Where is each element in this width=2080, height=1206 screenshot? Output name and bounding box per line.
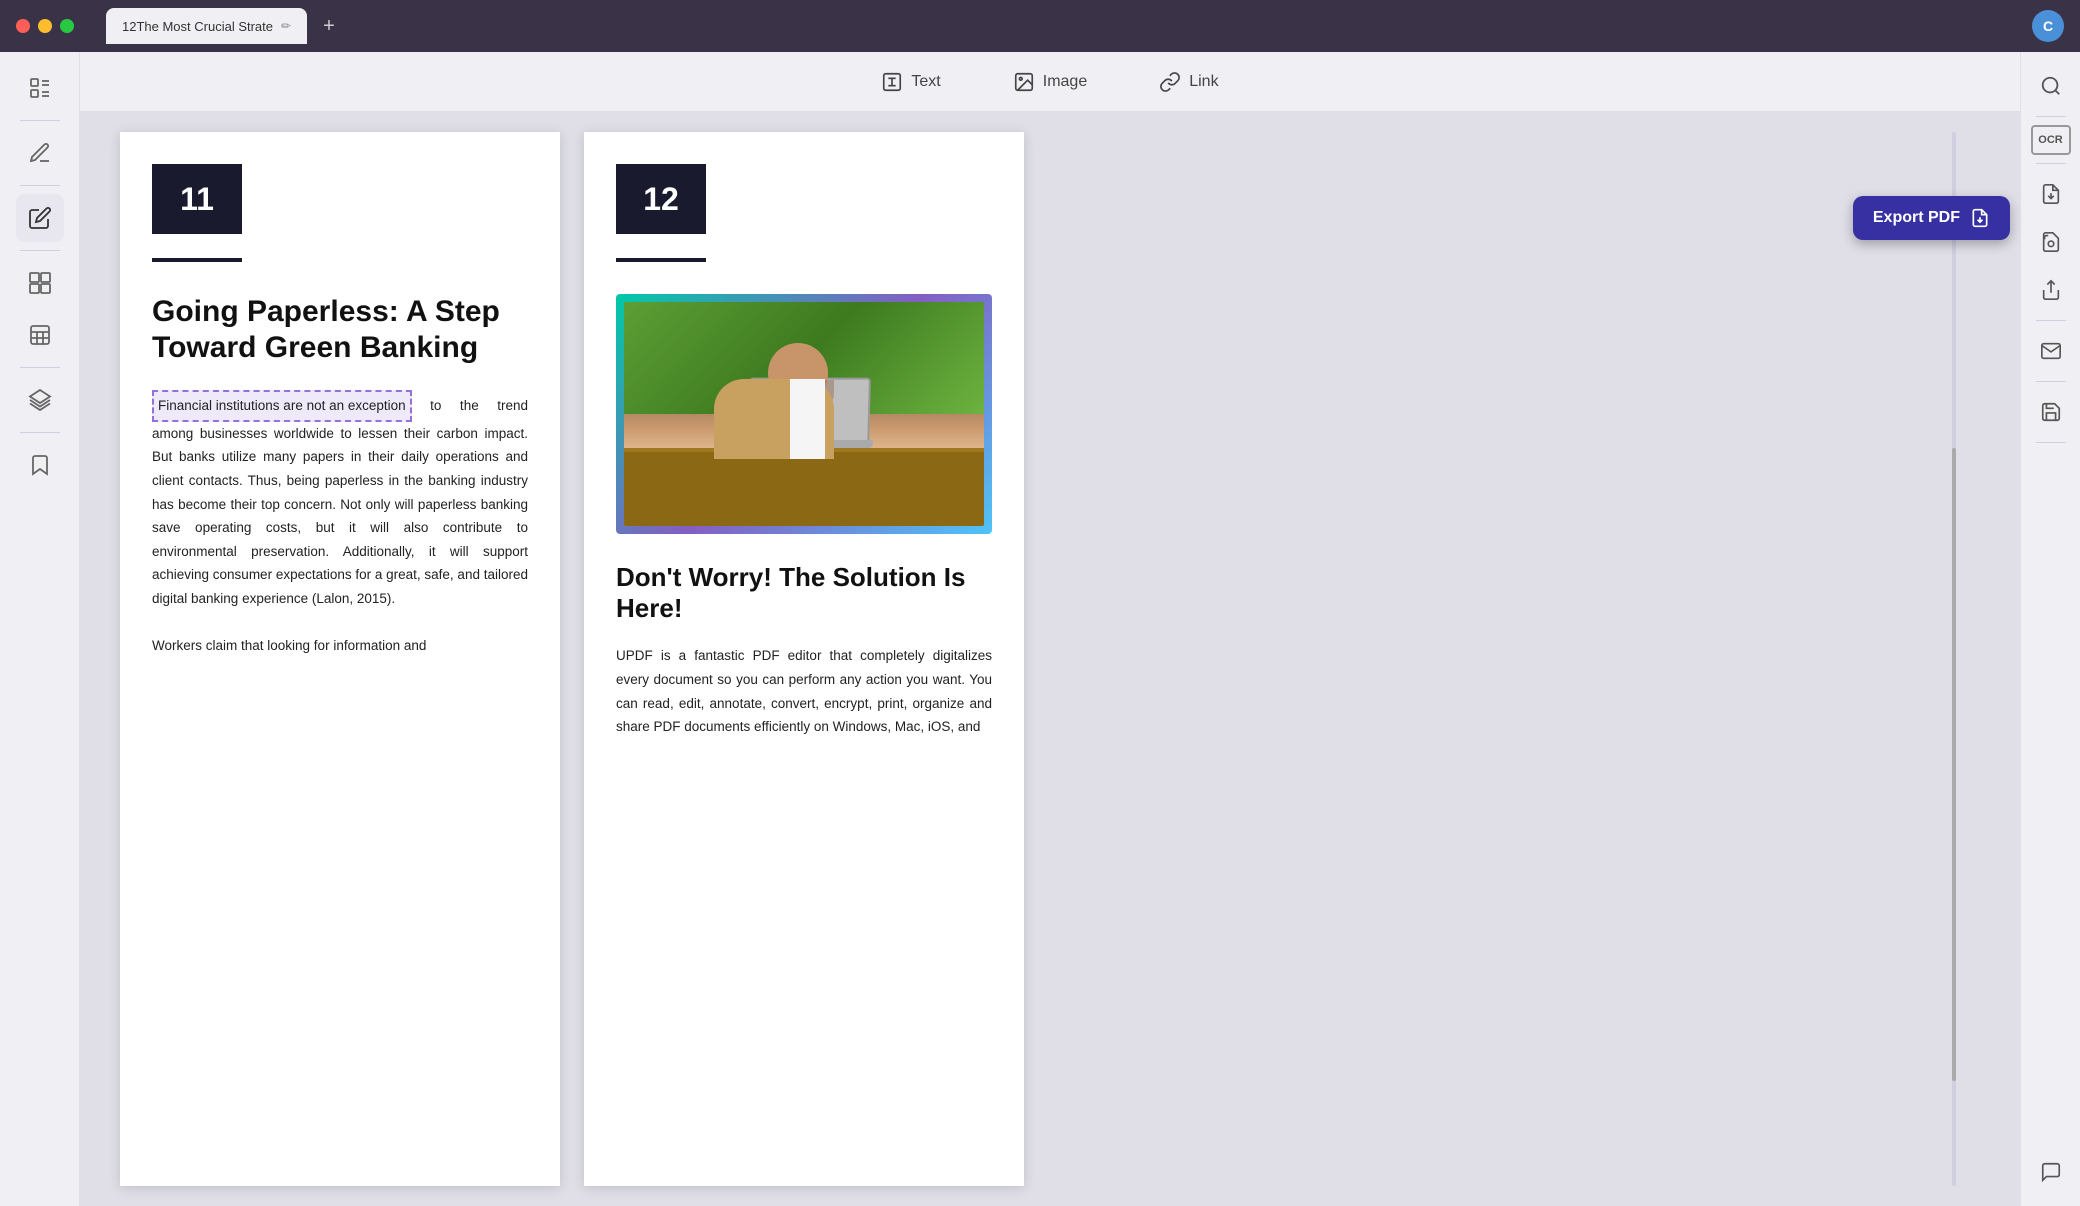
title-bar: 12The Most Crucial Strate ✏ + C <box>0 0 2080 52</box>
right-divider-1 <box>2036 116 2066 117</box>
sidebar-icon-layers[interactable] <box>16 376 64 424</box>
document-area: 11 Going Paperless: A Step Toward Green … <box>80 112 2020 1206</box>
close-button[interactable] <box>16 19 30 33</box>
sidebar-icon-pages[interactable] <box>16 259 64 307</box>
highlighted-sentence[interactable]: Financial institutions are not an except… <box>152 390 412 422</box>
scrollbar-thumb[interactable] <box>1952 448 1956 1080</box>
page-11-body: Financial institutions are not an except… <box>152 390 528 658</box>
user-avatar[interactable]: C <box>2032 10 2064 42</box>
link-label: Link <box>1189 73 1218 91</box>
right-sidebar: OCR <box>2020 52 2080 1206</box>
sidebar-email-icon[interactable] <box>2029 329 2073 373</box>
link-icon <box>1159 71 1181 93</box>
sidebar-search-icon[interactable] <box>2029 64 2073 108</box>
sidebar-share-icon[interactable] <box>2029 268 2073 312</box>
sidebar-divider-2 <box>20 185 60 186</box>
edit-tab-icon[interactable]: ✏ <box>281 19 291 33</box>
left-sidebar <box>0 52 80 1206</box>
image-icon <box>1013 71 1035 93</box>
export-pdf-button[interactable]: Export PDF <box>1853 196 2010 240</box>
sidebar-divider-3 <box>20 250 60 251</box>
traffic-lights <box>16 19 74 33</box>
right-divider-5 <box>2036 442 2066 443</box>
add-tab-button[interactable]: + <box>315 11 343 42</box>
sidebar-icon-edit[interactable] <box>16 194 64 242</box>
sidebar-export-icon[interactable] <box>2029 172 2073 216</box>
sidebar-icon-annotation[interactable] <box>16 129 64 177</box>
main-content: Text Image Link <box>80 52 2020 1206</box>
sidebar-ocr-icon[interactable]: OCR <box>2031 125 2071 155</box>
pdf-page-11: 11 Going Paperless: A Step Toward Green … <box>120 132 560 1186</box>
app-container: Text Image Link <box>0 52 2080 1206</box>
right-divider-3 <box>2036 320 2066 321</box>
page-12-heading: Don't Worry! The Solution Is Here! <box>616 562 992 624</box>
toolbar: Text Image Link <box>80 52 2020 112</box>
page-number-12: 12 <box>643 181 679 218</box>
page-number-underline-11 <box>152 258 242 262</box>
sidebar-divider-5 <box>20 432 60 433</box>
active-tab[interactable]: 12The Most Crucial Strate ✏ <box>106 8 307 44</box>
maximize-button[interactable] <box>60 19 74 33</box>
export-pdf-label: Export PDF <box>1873 209 1960 227</box>
ocr-label: OCR <box>2038 134 2062 146</box>
page-number-box-12: 12 <box>616 164 706 234</box>
page-12-body: UPDF is a fantastic PDF editor that comp… <box>616 644 992 739</box>
text-icon <box>881 71 903 93</box>
page-number-box-11: 11 <box>152 164 242 234</box>
body-text-continuation: to the trend among businesses worldwide … <box>152 398 528 606</box>
page-12-image-container <box>616 294 992 534</box>
page-12-image <box>624 302 984 526</box>
toolbar-text-item[interactable]: Text <box>865 63 956 101</box>
right-divider-4 <box>2036 381 2066 382</box>
scrollbar[interactable] <box>1952 132 1956 1186</box>
minimize-button[interactable] <box>38 19 52 33</box>
tab-bar: 12The Most Crucial Strate ✏ + <box>106 8 343 44</box>
sidebar-icon-table[interactable] <box>16 311 64 359</box>
image-label: Image <box>1043 73 1087 91</box>
pdf-page-12: 12 <box>584 132 1024 1186</box>
export-pdf-button-icon <box>1970 208 1990 228</box>
toolbar-link-item[interactable]: Link <box>1143 63 1234 101</box>
sidebar-icon-bookmark[interactable] <box>16 441 64 489</box>
sidebar-icon-document-list[interactable] <box>16 64 64 112</box>
page-number-underline-12 <box>616 258 706 262</box>
page-11-heading: Going Paperless: A Step Toward Green Ban… <box>152 294 528 366</box>
highlighted-text: Financial institutions are not an except… <box>158 398 406 413</box>
tab-title: 12The Most Crucial Strate <box>122 19 273 34</box>
page-number-11: 11 <box>180 181 214 218</box>
body-text-2: Workers claim that looking for informati… <box>152 638 426 653</box>
sidebar-chat-icon[interactable] <box>2029 1150 2073 1194</box>
sidebar-divider-4 <box>20 367 60 368</box>
toolbar-image-item[interactable]: Image <box>997 63 1103 101</box>
sidebar-divider-1 <box>20 120 60 121</box>
sidebar-save-icon[interactable] <box>2029 390 2073 434</box>
right-divider-2 <box>2036 163 2066 164</box>
text-label: Text <box>911 73 940 91</box>
sidebar-scan-icon[interactable] <box>2029 220 2073 264</box>
